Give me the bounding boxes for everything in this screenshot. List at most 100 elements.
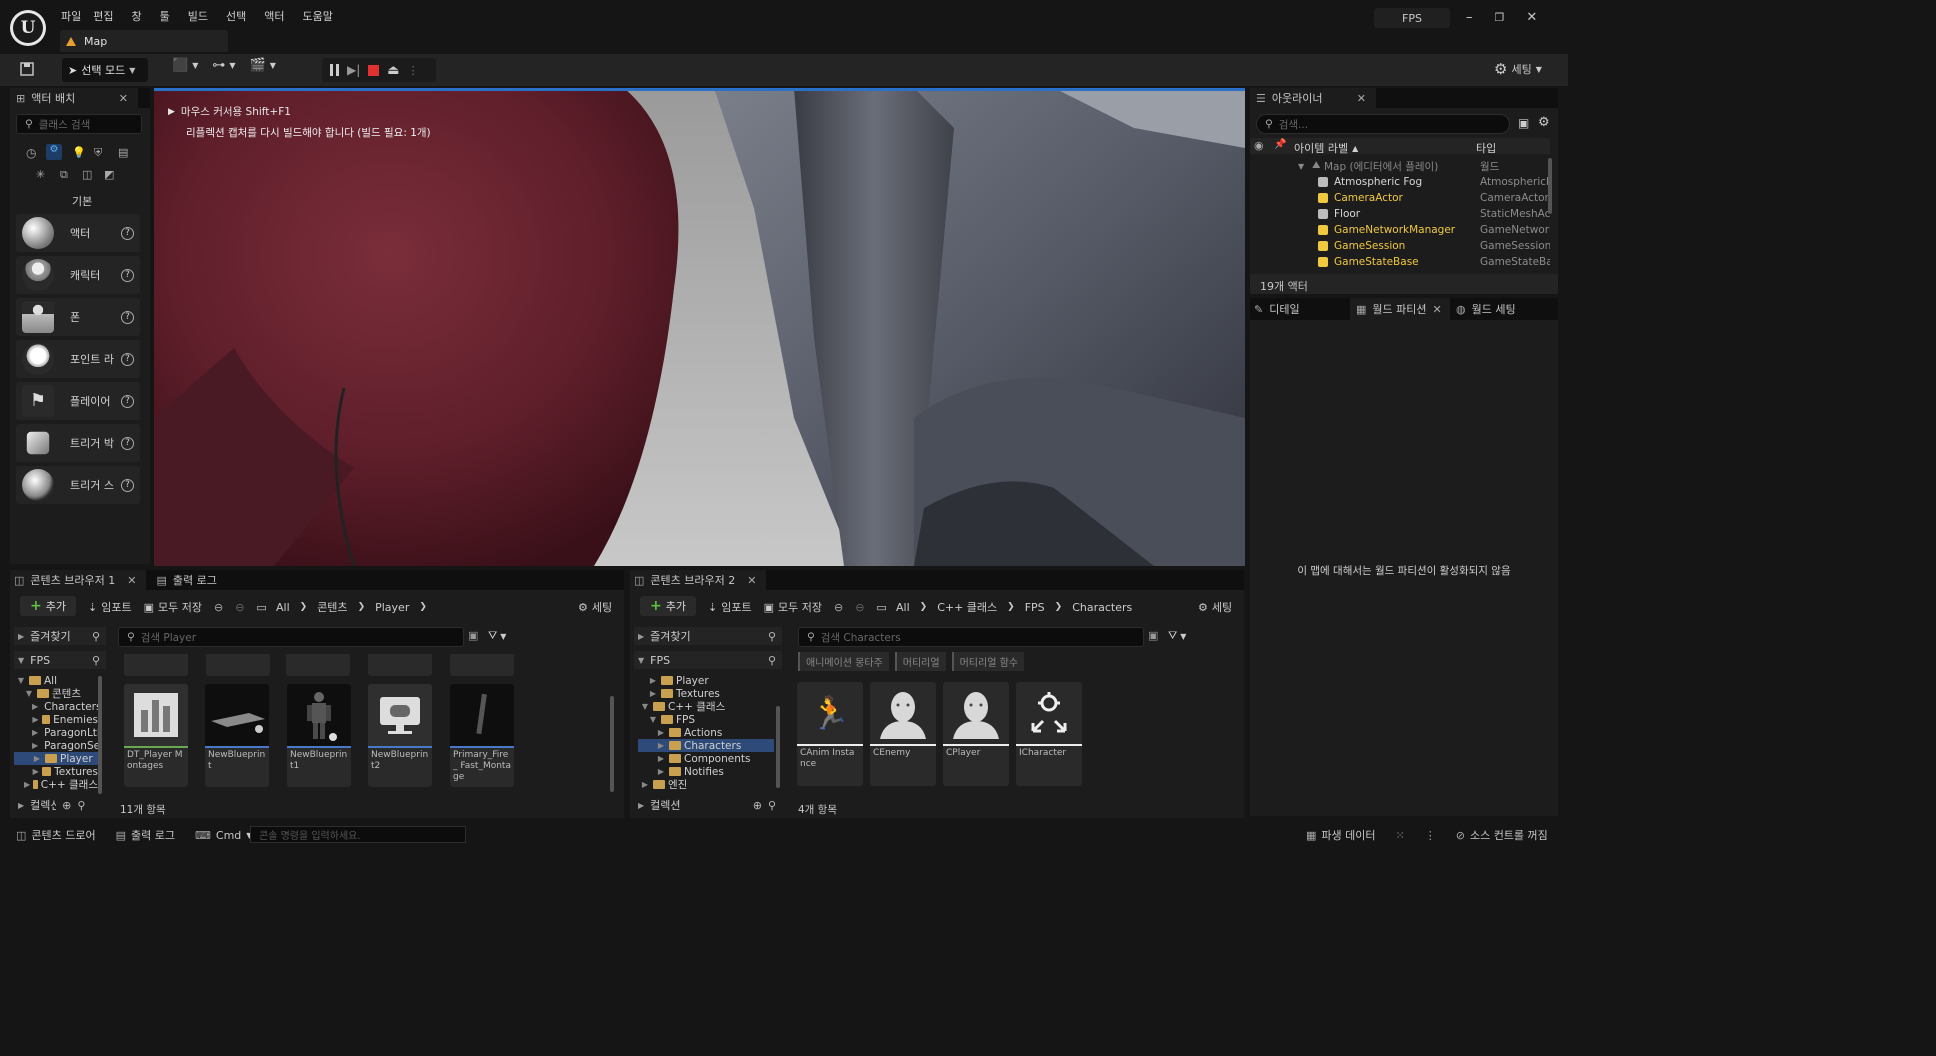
back-icon[interactable]: ⊖ [834, 601, 843, 614]
add-folder-icon[interactable]: ▣ [1518, 116, 1529, 130]
folder-tree-item[interactable]: ▼ All [14, 674, 98, 687]
asset-tile-partial[interactable] [286, 654, 350, 676]
forward-icon[interactable]: ⊖ [235, 601, 244, 614]
asset-tile[interactable]: ICharacter [1016, 682, 1082, 786]
step-icon[interactable]: ▶| [347, 63, 360, 77]
outliner-row[interactable]: GameNetworkManager GameNetworkManager [1252, 222, 1552, 238]
place-item-point-light[interactable]: 포인트 라이트 ? [16, 340, 140, 378]
folder-tree-item[interactable]: ▶ Notifies [638, 765, 774, 778]
shield-icon[interactable]: ⛨ [94, 146, 102, 160]
folder-icon[interactable]: ▭ [256, 601, 266, 614]
chevron-right-icon[interactable]: ▶ [656, 741, 666, 750]
filter-dropdown[interactable]: ⛛ ▼ [488, 629, 506, 643]
breadcrumb-item[interactable]: FPS [1025, 601, 1045, 614]
cb1-collections-header[interactable]: ▶ 컬렉션 ⊕ ⚲ [14, 797, 106, 813]
pause-icon[interactable] [330, 64, 339, 76]
more-options-icon[interactable]: ⋮ [1417, 829, 1444, 842]
cb1-root-header[interactable]: ▼ FPS ⚲ [14, 651, 106, 669]
folder-tree-item[interactable]: ▶ Textures [638, 687, 774, 700]
chevron-right-icon[interactable]: ▶ [32, 728, 38, 737]
asset-tile-partial[interactable] [450, 654, 514, 676]
folder-tree-item[interactable]: ▶ Textures [14, 765, 98, 778]
source-control-button[interactable]: ⊘ 소스 컨트롤 꺼짐 [1448, 827, 1556, 843]
place-item-player-start[interactable]: ⚑ 플레이어 스타트 ? [16, 382, 140, 420]
chevron-right-icon[interactable]: ▶ [32, 741, 38, 750]
close-icon[interactable]: ✕ [127, 574, 136, 587]
tab-world-settings[interactable]: ◍ 월드 세팅 [1450, 298, 1550, 320]
cb1-import-button[interactable]: ⇣ 임포트 [88, 599, 132, 615]
asset-tile[interactable]: DT_Player Montages [124, 684, 188, 787]
place-item-character[interactable]: 캐릭터 ? [16, 256, 140, 294]
trace-button[interactable]: ⁙ [1388, 829, 1413, 842]
level-tab[interactable]: Map [60, 30, 228, 52]
lights-icon[interactable]: 💡 [72, 146, 86, 159]
tab-content-browser-1[interactable]: ◫ 콘텐츠 브라우저 1 ✕ [10, 570, 147, 590]
chevron-right-icon[interactable]: ▶ [648, 676, 658, 685]
cb2-import-button[interactable]: ⇣ 임포트 [708, 599, 752, 615]
forward-icon[interactable]: ⊖ [855, 601, 864, 614]
folder-tree-item[interactable]: ▼ 콘텐츠 [14, 687, 98, 700]
gear-icon[interactable]: ⚙ [1538, 115, 1550, 130]
help-icon[interactable]: ? [121, 268, 134, 282]
cb1-settings-button[interactable]: ⚙ 세팅 [578, 599, 612, 615]
outliner-col-label[interactable]: 아이템 라벨 ▲ [1294, 140, 1358, 156]
outliner-row[interactable]: Atmospheric Fog AtmosphericFog [1252, 174, 1552, 190]
add-collection-icon[interactable]: ⊕ [753, 799, 762, 812]
outliner-row[interactable]: GameStateBase GameStateBase [1252, 254, 1552, 270]
recent-icon[interactable]: ◷ [26, 146, 36, 160]
asset-tile[interactable]: NewBlueprint1 [287, 684, 351, 787]
menu-window[interactable]: 창 [126, 8, 154, 24]
filter-chip[interactable]: 애니메이션 몽타주 [798, 652, 889, 671]
place-item-pawn[interactable]: 폰 ? [16, 298, 140, 336]
menu-select[interactable]: 선택 [220, 8, 258, 24]
place-item-trigger-box[interactable]: 트리거 박스 ? [16, 424, 140, 462]
content-drawer-button[interactable]: ◫ 콘텐츠 드로어 [8, 827, 104, 843]
derived-data-button[interactable]: ▦ 파생 데이터 [1298, 827, 1384, 843]
folder-tree-item[interactable]: ▼ C++ 클래스 [638, 700, 774, 713]
close-icon[interactable]: ✕ [1357, 92, 1366, 105]
stop-icon[interactable] [368, 64, 380, 76]
volumes-icon[interactable]: ◫ [82, 168, 92, 181]
blueprint-dropdown[interactable]: ⊶ ▼ [212, 58, 235, 73]
all-classes-icon[interactable]: ◩ [104, 168, 114, 181]
output-log-button[interactable]: ▤ 출력 로그 [108, 827, 183, 843]
chevron-right-icon[interactable]: ▶ [648, 689, 658, 698]
viewport[interactable]: ▶ 마우스 커서용 Shift+F1 리플렉션 캡처를 다시 빌드해야 합니다 … [154, 88, 1245, 566]
chevron-right-icon[interactable]: ▶ [640, 780, 650, 789]
geometry-icon[interactable]: ⧉ [60, 168, 68, 182]
chevron-right-icon[interactable]: ▶ [32, 767, 39, 776]
save-search-icon[interactable]: ▣ [468, 629, 478, 642]
pin-icon[interactable]: 📌 [1274, 139, 1286, 150]
asset-tile[interactable]: 🏃 CAnim Instance [797, 682, 863, 786]
chevron-right-icon[interactable]: ▶ [656, 754, 666, 763]
chevron-down-icon[interactable]: ▼ [648, 715, 658, 724]
cb1-add-button[interactable]: + 추가 [20, 596, 76, 616]
eject-icon[interactable]: ⏏ [387, 63, 399, 78]
cb2-add-button[interactable]: + 추가 [640, 596, 696, 616]
folder-tree-item[interactable]: ▶ ParagonSerath [14, 739, 98, 752]
unreal-logo[interactable]: U [10, 10, 46, 46]
outliner-row[interactable]: Floor StaticMeshActor [1252, 206, 1552, 222]
save-icon[interactable] [14, 56, 40, 82]
cinematics-dropdown[interactable]: 🎬 ▼ [250, 58, 276, 73]
asset-tile[interactable]: NewBlueprint [205, 684, 269, 787]
chevron-right-icon[interactable]: ▶ [24, 780, 30, 789]
breadcrumb-item[interactable]: Player [375, 601, 409, 614]
help-icon[interactable]: ? [121, 352, 134, 366]
menu-file[interactable]: 파일 [58, 8, 93, 24]
asset-tile[interactable]: CEnemy [870, 682, 936, 786]
restore-icon[interactable]: ❐ [1495, 11, 1505, 24]
asset-tile-partial[interactable] [368, 654, 432, 676]
chevron-right-icon[interactable]: ▶ [32, 754, 42, 763]
chevron-down-icon[interactable]: ▼ [16, 676, 26, 685]
help-icon[interactable]: ? [121, 226, 134, 240]
folder-tree-item[interactable]: ▶ 엔진 [638, 778, 774, 791]
cb2-search-input[interactable]: ⚲ 검색 Characters [798, 627, 1144, 647]
chevron-right-icon[interactable]: ▶ [32, 715, 39, 724]
visual-effects-icon[interactable]: ✳ [36, 168, 45, 181]
help-icon[interactable]: ? [121, 310, 134, 324]
search-icon[interactable]: ⚲ [92, 654, 100, 667]
chevron-right-icon[interactable]: ▶ [656, 728, 666, 737]
menu-build[interactable]: 빌드 [182, 8, 220, 24]
folder-tree-item[interactable]: ▶ Actions [638, 726, 774, 739]
